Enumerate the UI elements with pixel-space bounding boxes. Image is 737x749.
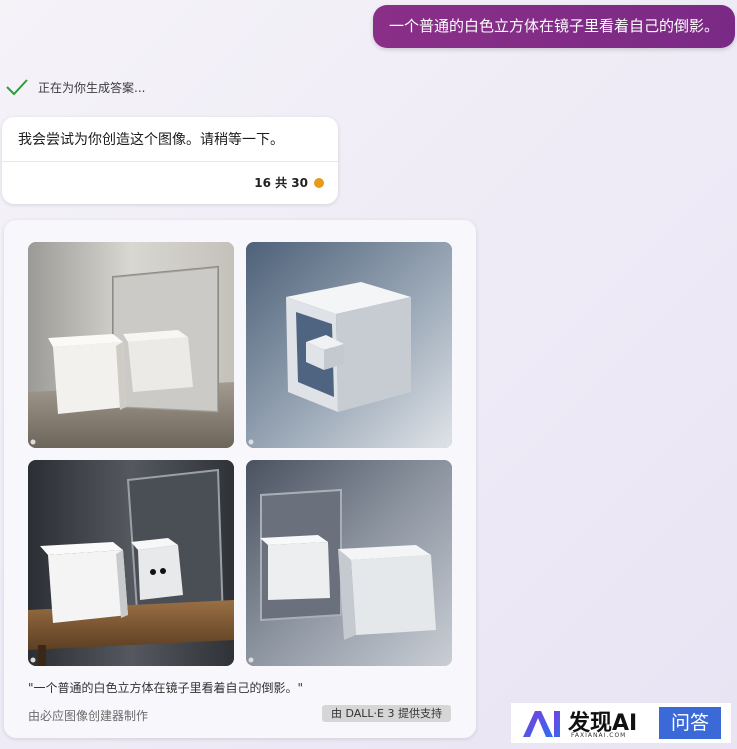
powered-by-badge[interactable]: 由 DALL·E 3 提供支持 — [322, 705, 451, 722]
made-by-text: 由必应图像创建器制作 — [28, 709, 149, 723]
watermark: 发现AI FAXIANAI.COM 问答 — [511, 703, 731, 743]
bot-message-card: 我会尝试为你创造这个图像。请稍等一下。 16 共 30 — [2, 117, 338, 204]
generated-images-card: "一个普通的白色立方体在镜子里看着自己的倒影。" 由必应图像创建器制作 由 DA… — [4, 220, 476, 738]
divider — [2, 161, 338, 162]
watermark-badge: 问答 — [659, 707, 721, 739]
checkmark-icon — [6, 79, 28, 96]
status-text: 正在为你生成答案... — [38, 80, 146, 95]
watermark-subtitle: FAXIANAI.COM — [571, 732, 627, 739]
bot-message-text: 我会尝试为你创造这个图像。请稍等一下。 — [18, 132, 284, 148]
image-caption: "一个普通的白色立方体在镜子里看着自己的倒影。" — [28, 681, 304, 695]
user-message-bubble: 一个普通的白色立方体在镜子里看着自己的倒影。 — [372, 5, 735, 48]
cube-mirror-image-3[interactable] — [28, 460, 234, 666]
status-row: 正在为你生成答案... — [5, 76, 145, 98]
cube-mirror-image-2[interactable] — [246, 242, 452, 448]
ai-logo-icon — [523, 711, 560, 737]
turn-counter: 16 共 30 — [254, 174, 324, 191]
status-dot — [314, 177, 324, 188]
turn-counter-text: 16 共 30 — [254, 176, 308, 190]
cube-mirror-image-4[interactable] — [246, 460, 452, 666]
cube-mirror-image-1[interactable] — [28, 242, 234, 448]
